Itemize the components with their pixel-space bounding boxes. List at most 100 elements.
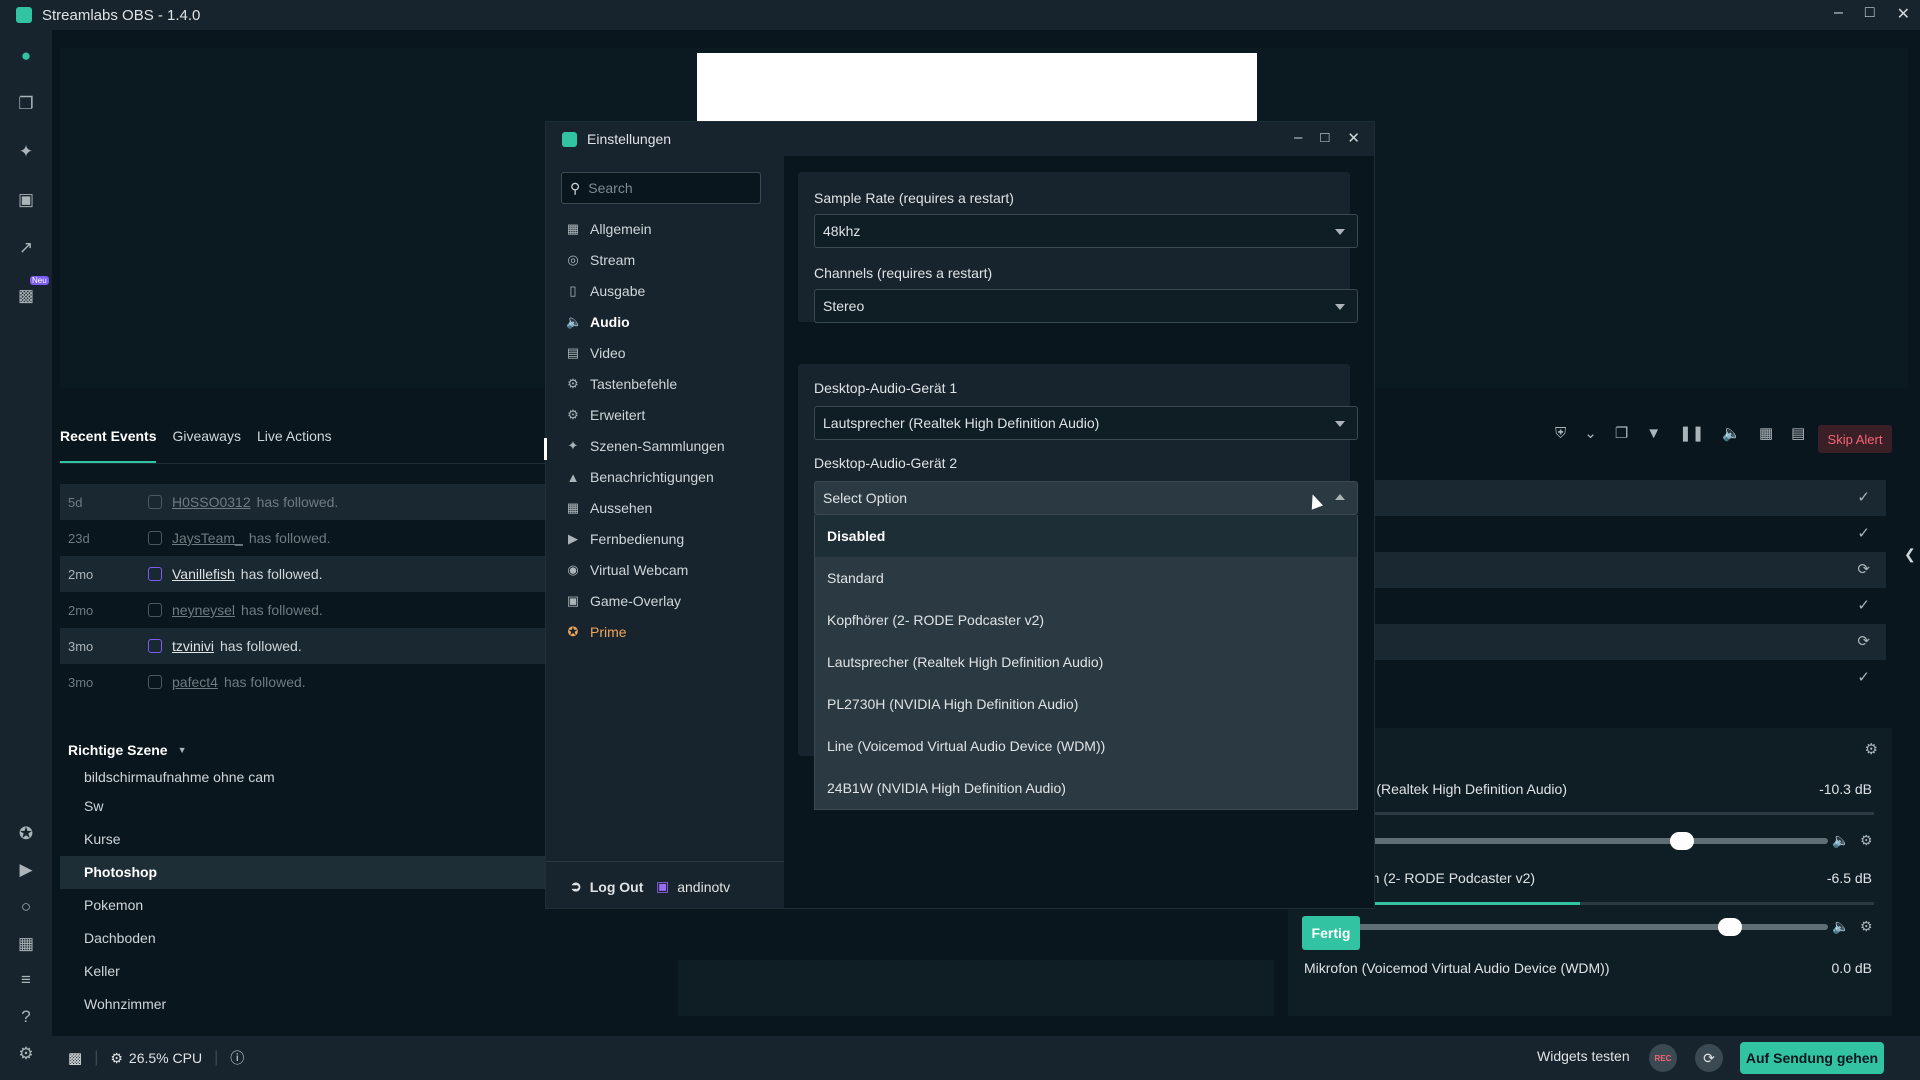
scene-item-active[interactable]: Photoshop bbox=[60, 856, 545, 889]
channel-gear-icon[interactable]: ⚙ bbox=[1860, 918, 1873, 935]
event-user[interactable]: Vanillefish bbox=[172, 566, 235, 582]
check-icon[interactable]: ✓ bbox=[1857, 596, 1870, 614]
scene-collection-selector[interactable]: Richtige Szene ▼ bbox=[60, 728, 545, 772]
dropdown-option[interactable]: PL2730H (NVIDIA High Definition Audio) bbox=[815, 683, 1357, 725]
nav-ausgabe[interactable]: ▯ Ausgabe bbox=[566, 280, 645, 302]
mute-speaker-icon[interactable]: 🔈 bbox=[1832, 832, 1849, 849]
volume-slider[interactable] bbox=[1304, 832, 1828, 850]
check-icon[interactable]: ✓ bbox=[1857, 668, 1870, 686]
settings-gear-icon[interactable]: ⚙ bbox=[16, 1044, 36, 1064]
popout-icon[interactable]: ❐ bbox=[1615, 424, 1628, 442]
done-button[interactable]: Fertig bbox=[1302, 916, 1360, 950]
themes-icon[interactable]: ✦ bbox=[16, 142, 36, 162]
chevron-down-icon[interactable]: ⌄ bbox=[1584, 424, 1597, 442]
desktop-audio-2-select[interactable]: Select Option bbox=[814, 481, 1358, 515]
nav-stream[interactable]: ◎ Stream bbox=[566, 249, 635, 271]
dropdown-option[interactable]: Standard bbox=[815, 557, 1357, 599]
mute-speaker-icon[interactable]: 🔈 bbox=[1832, 918, 1849, 935]
channels-select[interactable]: Stereo bbox=[814, 289, 1358, 323]
logout-button[interactable]: ➲ Log Out bbox=[570, 878, 643, 895]
event-user[interactable]: neyneysel bbox=[172, 602, 235, 618]
studio-icon[interactable]: ▩ bbox=[16, 286, 36, 306]
info-icon[interactable]: ⓘ bbox=[230, 1048, 244, 1068]
tab-giveaways[interactable]: Giveaways bbox=[172, 420, 240, 463]
repeat-icon[interactable]: ⟳ bbox=[1857, 560, 1870, 578]
chevron-left-icon[interactable]: ❮ bbox=[1904, 546, 1916, 563]
maximize-icon[interactable]: □ bbox=[1865, 4, 1875, 24]
volume-slider-handle[interactable] bbox=[1670, 832, 1694, 850]
app-title: Streamlabs OBS - 1.4.0 bbox=[42, 6, 201, 24]
close-icon[interactable]: ✕ bbox=[1897, 4, 1910, 24]
mixer-settings-gear-icon[interactable]: ⚙ bbox=[1865, 740, 1878, 758]
nav-allgemein[interactable]: ▦ Allgemein bbox=[566, 218, 652, 240]
nav-szenen-sammlungen[interactable]: ✦ Szenen-Sammlungen bbox=[566, 435, 725, 457]
stats-chart-icon[interactable]: ▩ bbox=[68, 1049, 82, 1067]
nav-benachrichtigungen[interactable]: ▲ Benachrichtigungen bbox=[566, 466, 714, 488]
dropdown-option[interactable]: Disabled bbox=[815, 515, 1357, 557]
help-icon[interactable]: ? bbox=[16, 1007, 36, 1027]
nav-tastenbefehle[interactable]: ⚙ Tastenbefehle bbox=[566, 373, 677, 395]
dropdown-option[interactable]: Kopfhörer (2- RODE Podcaster v2) bbox=[815, 599, 1357, 641]
channel-gear-icon[interactable]: ⚙ bbox=[1860, 832, 1873, 849]
pause-icon[interactable]: ❚❚ bbox=[1679, 424, 1704, 442]
sample-rate-select[interactable]: 48khz bbox=[814, 214, 1358, 248]
nav-audio[interactable]: 🔈 Audio bbox=[566, 311, 630, 333]
scene-item[interactable]: Dachboden bbox=[60, 922, 545, 955]
volume-slider-handle[interactable] bbox=[1718, 918, 1742, 936]
layout-grid-icon[interactable]: ▦ bbox=[16, 934, 36, 954]
check-icon[interactable]: ✓ bbox=[1857, 524, 1870, 542]
scene-item[interactable]: Sw bbox=[60, 790, 545, 823]
test-widgets-button[interactable]: Widgets testen bbox=[1537, 1048, 1630, 1064]
skip-alert-button[interactable]: Skip Alert bbox=[1818, 425, 1892, 453]
check-icon[interactable]: ✓ bbox=[1857, 488, 1870, 506]
dropdown-option[interactable]: Line (Voicemod Virtual Audio Device (WDM… bbox=[815, 725, 1357, 767]
scene-item[interactable]: Wohnzimmer bbox=[60, 988, 545, 1021]
tab-live-actions[interactable]: Live Actions bbox=[257, 420, 332, 463]
replay-buffer-icon[interactable]: ⟳ bbox=[1695, 1044, 1723, 1072]
scene-item[interactable]: bildschirmaufnahme ohne cam bbox=[60, 772, 545, 790]
shield-icon[interactable]: ⛨ bbox=[1555, 425, 1566, 442]
nav-aussehen[interactable]: ▦ Aussehen bbox=[566, 497, 652, 519]
nav-fernbedienung[interactable]: ▶ Fernbedienung bbox=[566, 528, 684, 550]
play-icon[interactable]: ▶ bbox=[16, 860, 36, 880]
dropdown-option[interactable]: 24B1W (NVIDIA High Definition Audio) bbox=[815, 767, 1357, 809]
repeat-icon[interactable]: ⟳ bbox=[1857, 632, 1870, 650]
editor-camera-icon[interactable]: ● bbox=[16, 46, 36, 66]
event-user[interactable]: JaysTeam_ bbox=[172, 530, 243, 546]
minimize-icon[interactable]: – bbox=[1834, 4, 1843, 24]
settings-search-input[interactable]: ⚲ Search bbox=[561, 172, 761, 204]
event-user[interactable]: H0SSO0312 bbox=[172, 494, 251, 510]
nav-erweitert[interactable]: ⚙ Erweitert bbox=[566, 404, 645, 426]
scene-item[interactable]: Kurse bbox=[60, 823, 545, 856]
dashboard-chart-icon[interactable]: ↗ bbox=[16, 238, 36, 258]
event-user[interactable]: tzvinivi bbox=[172, 638, 214, 654]
nav-prime[interactable]: ✪ Prime bbox=[566, 621, 627, 643]
list-view-icon[interactable]: ▤ bbox=[1791, 424, 1805, 442]
layers-icon[interactable]: ❐ bbox=[16, 94, 36, 114]
dropdown-option[interactable]: Lautsprecher (Realtek High Definition Au… bbox=[815, 641, 1357, 683]
event-user[interactable]: pafect4 bbox=[172, 674, 218, 690]
library-icon[interactable]: ≡ bbox=[16, 970, 36, 990]
tab-recent-events[interactable]: Recent Events bbox=[60, 420, 157, 463]
maximize-icon[interactable]: □ bbox=[1320, 129, 1329, 147]
desktop-audio-1-select[interactable]: Lautsprecher (Realtek High Definition Au… bbox=[814, 406, 1358, 440]
nav-virtual-webcam[interactable]: ◉ Virtual Webcam bbox=[566, 559, 688, 581]
nav-game-overlay[interactable]: ▣ Game-Overlay bbox=[566, 590, 681, 612]
volume-slider[interactable] bbox=[1304, 918, 1828, 936]
close-icon[interactable]: ✕ bbox=[1347, 129, 1360, 147]
scene-item[interactable]: Pokemon bbox=[60, 889, 545, 922]
layout-icon: ▦ bbox=[566, 500, 580, 515]
prime-icon[interactable]: ✪ bbox=[16, 824, 36, 844]
filter-icon[interactable]: ▼ bbox=[1646, 425, 1661, 442]
nav-video[interactable]: ▤ Video bbox=[566, 342, 626, 364]
record-button[interactable]: REC bbox=[1649, 1044, 1677, 1072]
go-live-button[interactable]: Auf Sendung gehen bbox=[1740, 1042, 1884, 1074]
store-icon[interactable]: ▣ bbox=[16, 190, 36, 210]
event-row: 2mo Vanillefish has followed. bbox=[60, 556, 545, 592]
minimize-icon[interactable]: – bbox=[1294, 129, 1302, 147]
overlay-icon: ▣ bbox=[566, 593, 580, 608]
chat-icon[interactable]: ○ bbox=[16, 897, 36, 917]
volume-icon[interactable]: 🔈 bbox=[1722, 424, 1741, 442]
scene-item[interactable]: Keller bbox=[60, 955, 545, 988]
grid-view-icon[interactable]: ▦ bbox=[1759, 424, 1773, 442]
